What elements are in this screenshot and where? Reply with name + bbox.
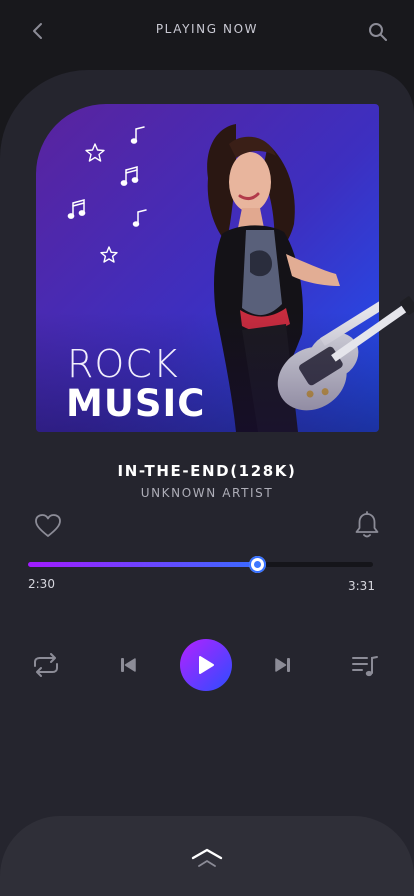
page-title: PLAYING NOW	[155, 22, 259, 36]
elapsed-time: 2:30	[28, 577, 55, 591]
music-notes-icon	[120, 166, 139, 186]
music-note-icon	[130, 126, 145, 144]
star-icon	[100, 246, 118, 263]
search-icon	[369, 23, 387, 41]
music-notes-icon	[67, 199, 86, 219]
skip-previous-icon	[121, 658, 136, 672]
play-button[interactable]	[180, 639, 232, 691]
next-button[interactable]	[272, 654, 294, 676]
music-note-icon	[132, 209, 147, 227]
progress-thumb[interactable]	[249, 556, 267, 573]
guitar-neck-image	[331, 296, 414, 362]
heart-icon	[35, 514, 61, 537]
like-button[interactable]	[34, 512, 62, 540]
queue-button[interactable]	[350, 653, 380, 679]
repeat-button[interactable]	[30, 652, 62, 678]
repeat-icon	[34, 653, 58, 677]
cover-title-line-2: MUSIC	[66, 382, 206, 425]
progress-track[interactable]	[28, 556, 373, 573]
track-title: IN-THE-END(128K)	[117, 462, 297, 480]
total-time: 3:31	[348, 579, 375, 593]
skip-next-icon	[275, 658, 290, 672]
star-icon	[85, 143, 105, 162]
search-button[interactable]	[366, 20, 390, 44]
cover-title-line-1: ROCK	[67, 342, 179, 386]
expand-button[interactable]	[190, 846, 224, 870]
bell-icon	[355, 511, 379, 538]
progress-fill	[28, 562, 259, 567]
notification-button[interactable]	[354, 511, 380, 539]
play-icon	[199, 656, 214, 674]
previous-button[interactable]	[117, 654, 139, 676]
queue-music-icon	[352, 656, 378, 677]
top-bar: PLAYING NOW	[0, 0, 414, 62]
chevron-up-icon	[191, 848, 223, 867]
track-artist: UNKNOWN ARTIST	[140, 486, 274, 500]
